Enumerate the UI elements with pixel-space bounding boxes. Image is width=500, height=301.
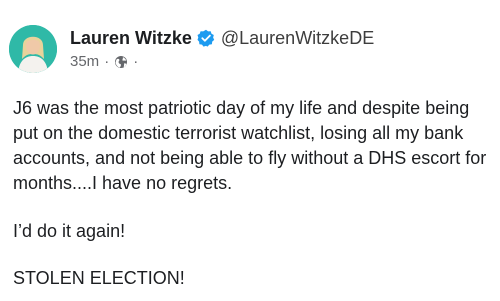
- post-paragraph-2: I’d do it again!: [13, 221, 126, 241]
- separator-dot: ·: [104, 53, 110, 70]
- globe-icon[interactable]: [114, 55, 128, 69]
- name-row: Lauren Witzke @LaurenWitzkeDE: [70, 26, 374, 50]
- profile-photo: [9, 25, 57, 73]
- author-name[interactable]: Lauren Witzke: [70, 28, 192, 49]
- post-card: Lauren Witzke @LaurenWitzkeDE 35m · · J6…: [0, 0, 500, 301]
- verified-badge-icon: [197, 29, 215, 47]
- avatar[interactable]: [9, 25, 57, 73]
- post-meta: 35m · ·: [70, 53, 374, 70]
- post-paragraph-3: STOLEN ELECTION!: [13, 268, 185, 288]
- post-header: Lauren Witzke @LaurenWitzkeDE 35m · ·: [70, 26, 374, 71]
- author-handle[interactable]: @LaurenWitzkeDE: [221, 28, 374, 49]
- post-body: J6 was the most patriotic day of my life…: [13, 96, 493, 291]
- separator-dot-2: ·: [133, 53, 139, 70]
- post-paragraph-1: J6 was the most patriotic day of my life…: [13, 98, 487, 193]
- post-timestamp[interactable]: 35m: [70, 53, 99, 70]
